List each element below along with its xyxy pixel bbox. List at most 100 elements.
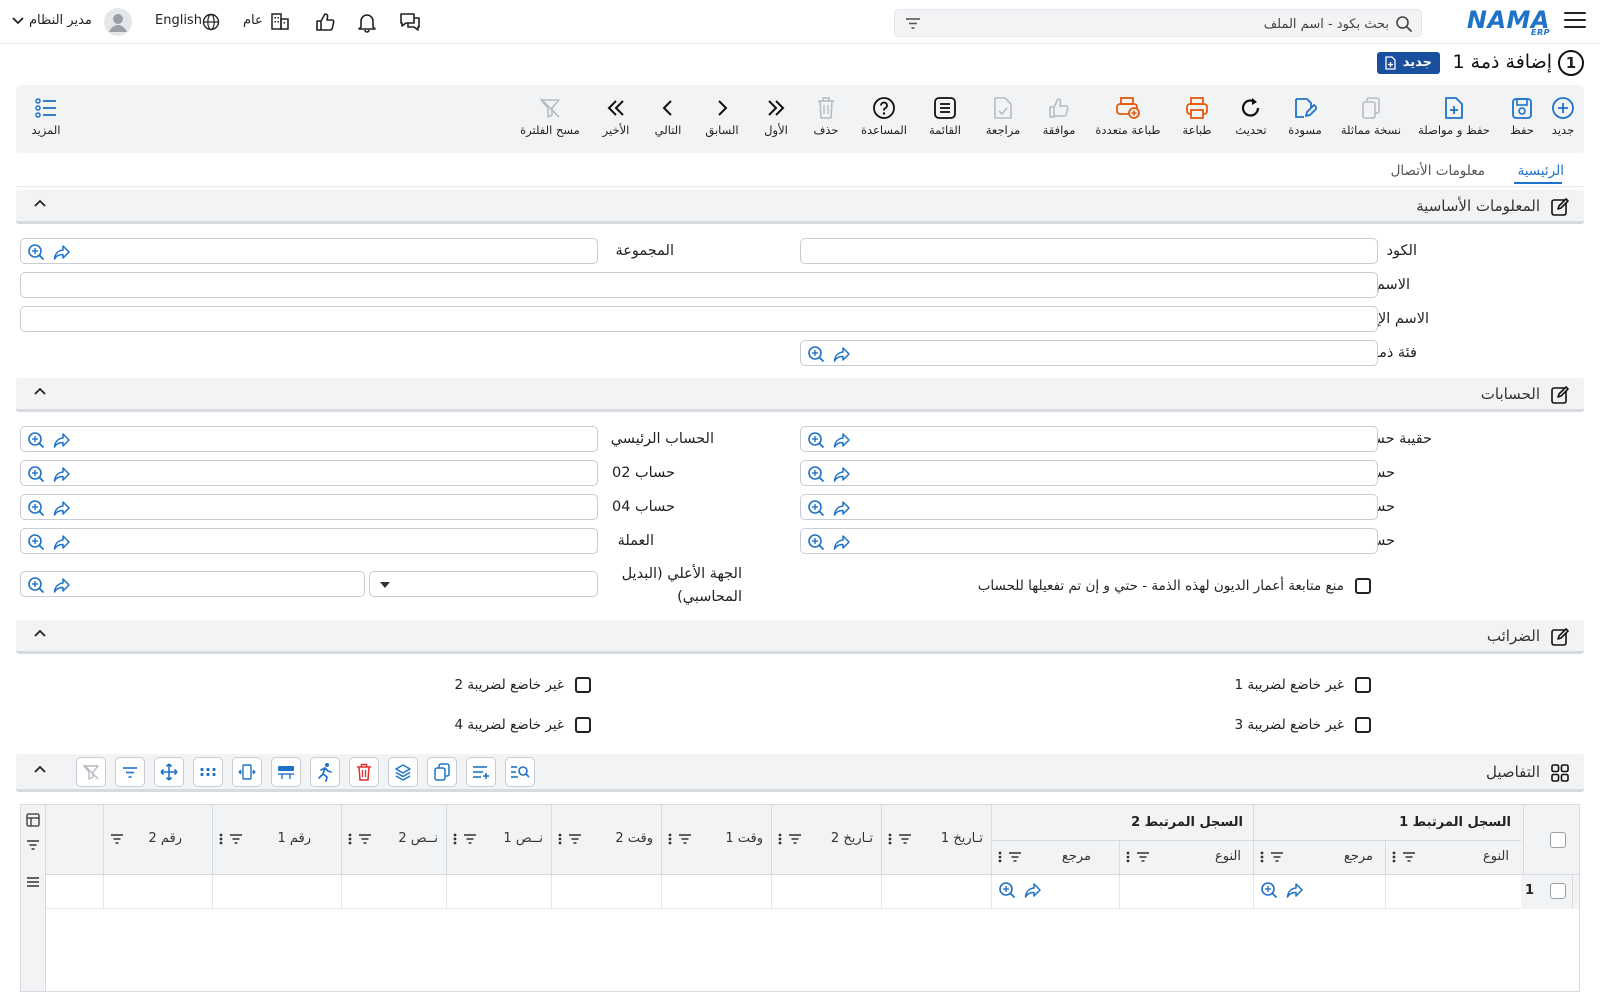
search-plus-icon[interactable] — [27, 465, 45, 483]
group-field[interactable] — [20, 238, 598, 264]
tax3-checkbox[interactable] — [1355, 717, 1371, 733]
search-plus-icon[interactable] — [27, 576, 45, 594]
grid-filter-button[interactable] — [115, 757, 145, 787]
share-icon[interactable] — [53, 465, 71, 483]
chat-icon[interactable] — [398, 11, 422, 33]
account-01-field[interactable] — [800, 460, 1378, 486]
new-badge[interactable]: جديد — [1376, 52, 1440, 74]
category-field[interactable] — [800, 340, 1378, 366]
main-account-field[interactable] — [20, 426, 598, 452]
menu-icon[interactable] — [1564, 12, 1586, 30]
col-date-2[interactable]: تـاريخ 2 — [771, 805, 881, 875]
globe-icon[interactable] — [202, 13, 220, 31]
account-bag-field[interactable] — [800, 426, 1378, 452]
chevron-up-icon[interactable] — [34, 765, 46, 773]
search-plus-icon[interactable] — [27, 533, 45, 551]
duplicate-button[interactable]: نسخة مماثلة — [1336, 95, 1406, 137]
save-button[interactable]: حفظ — [1502, 95, 1542, 137]
cell-text-1[interactable] — [446, 875, 551, 909]
thumbs-up-icon[interactable] — [314, 11, 336, 33]
cell-ref-1[interactable] — [1253, 875, 1385, 909]
chevron-down-icon[interactable] — [12, 17, 24, 25]
share-icon[interactable] — [833, 431, 851, 449]
col-type-1[interactable]: النوع — [1385, 841, 1521, 875]
first-button[interactable]: الأول — [756, 95, 796, 137]
prevent-aging-checkbox[interactable] — [1355, 578, 1371, 594]
language-switch[interactable]: English — [155, 13, 202, 28]
filter-icon[interactable] — [26, 839, 40, 851]
account-05-field[interactable] — [800, 528, 1378, 554]
search-plus-icon[interactable] — [27, 431, 45, 449]
print-button[interactable]: طباعة — [1174, 95, 1220, 137]
previous-button[interactable]: السابق — [700, 95, 744, 137]
share-icon[interactable] — [53, 499, 71, 517]
chevron-up-icon[interactable] — [34, 199, 46, 207]
cell-type-1[interactable] — [1385, 875, 1521, 909]
cell-num-2[interactable] — [103, 875, 212, 909]
col-time-1[interactable]: وقت 1 — [661, 805, 771, 875]
filter-icon[interactable] — [905, 17, 921, 30]
last-button[interactable]: الأخير — [596, 95, 636, 137]
clear-filter-button[interactable]: مسح الفلترة — [516, 95, 584, 137]
search-icon[interactable] — [1395, 15, 1413, 33]
select-all-checkbox[interactable] — [1550, 832, 1566, 848]
new-button[interactable]: جديد — [1544, 95, 1582, 137]
parent-entity-field[interactable] — [20, 571, 365, 597]
parent-entity-type-select[interactable] — [369, 571, 598, 597]
search-input[interactable] — [949, 14, 1389, 34]
tax4-checkbox[interactable] — [575, 717, 591, 733]
run-button[interactable] — [310, 757, 340, 787]
scope-label[interactable]: عام — [243, 13, 263, 28]
add-rows-button[interactable] — [466, 757, 496, 787]
search-plus-icon[interactable] — [27, 499, 45, 517]
col-num-2[interactable]: رقم 2 — [103, 805, 212, 875]
draft-button[interactable]: مسودة — [1280, 95, 1330, 137]
cell-time-2[interactable] — [551, 875, 661, 909]
review-button[interactable]: مراجعة — [978, 95, 1028, 137]
avatar[interactable] — [104, 8, 132, 36]
section-basic-info[interactable]: المعلومات الأساسية — [16, 190, 1584, 224]
code-field[interactable] — [800, 238, 1378, 264]
share-icon[interactable] — [1024, 881, 1042, 899]
fit-width-button[interactable] — [232, 757, 262, 787]
delete-rows-button[interactable] — [349, 757, 379, 787]
search-plus-icon[interactable] — [807, 533, 825, 551]
cell-type-2[interactable] — [1119, 875, 1253, 909]
cell-num-1[interactable] — [212, 875, 341, 909]
grid-clear-filter-button[interactable] — [76, 757, 106, 787]
app-logo[interactable]: NAMA ERP — [1467, 6, 1550, 38]
table-settings-icon[interactable] — [26, 813, 40, 827]
user-name[interactable]: مدير النظام — [29, 13, 92, 28]
next-button[interactable]: التالي — [648, 95, 688, 137]
section-taxes[interactable]: الضرائب — [16, 620, 1584, 654]
currency-field[interactable] — [20, 528, 598, 554]
tax1-checkbox[interactable] — [1355, 677, 1371, 693]
chevron-up-icon[interactable] — [34, 629, 46, 637]
share-icon[interactable] — [833, 345, 851, 363]
tab-main[interactable]: الرئيسية — [1518, 163, 1565, 179]
share-icon[interactable] — [53, 243, 71, 261]
share-icon[interactable] — [833, 499, 851, 517]
account-04-field[interactable] — [20, 494, 598, 520]
list-button[interactable]: القائمة — [920, 95, 970, 137]
search-plus-icon[interactable] — [27, 243, 45, 261]
grid-search-button[interactable] — [505, 757, 535, 787]
help-button[interactable]: المساعدة — [856, 95, 912, 137]
search-plus-icon[interactable] — [807, 499, 825, 517]
row-checkbox[interactable] — [1550, 883, 1566, 899]
account-03-field[interactable] — [800, 494, 1378, 520]
cell-date-1[interactable] — [881, 875, 991, 909]
col-num-1[interactable]: رقم 1 — [212, 805, 341, 875]
share-icon[interactable] — [833, 533, 851, 551]
bell-icon[interactable] — [356, 11, 378, 33]
tax2-checkbox[interactable] — [575, 677, 591, 693]
multi-print-button[interactable]: طباعة متعددة — [1090, 95, 1166, 137]
tab-contact[interactable]: معلومات الأتصال — [1391, 163, 1485, 179]
arabic-name-field[interactable] — [20, 272, 1378, 298]
col-type-2[interactable]: النوع — [1119, 841, 1253, 875]
col-text-2[interactable]: نــص 2 — [341, 805, 446, 875]
search-plus-icon[interactable] — [998, 881, 1016, 899]
building-icon[interactable] — [270, 11, 290, 31]
col-text-1[interactable]: نــص 1 — [446, 805, 551, 875]
section-accounts[interactable]: الحسابات — [16, 378, 1584, 412]
